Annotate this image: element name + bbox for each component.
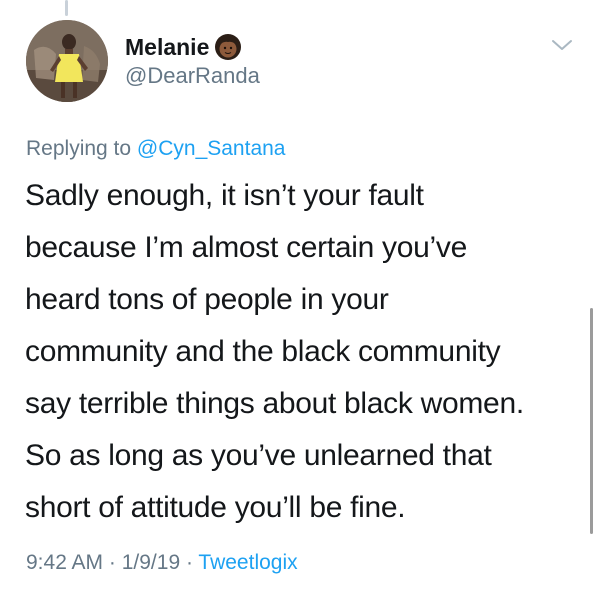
replying-to: Replying to @Cyn_Santana (26, 137, 286, 161)
tweet-text-line: heard tons of people in your (25, 283, 389, 316)
author-handle[interactable]: @DearRanda (125, 63, 260, 89)
tweet-time[interactable]: 9:42 AM (26, 551, 103, 574)
woman-emoji-icon (214, 33, 242, 61)
avatar-photo (26, 20, 108, 102)
avatar[interactable] (26, 20, 108, 102)
tweet-view: Melanie @DearRanda Replying to @Cyn_Sant… (0, 0, 595, 595)
tweet-text-line: say terrible things about black women. (25, 387, 524, 420)
author-display-name[interactable]: Melanie (125, 34, 209, 61)
tweet-source-link[interactable]: Tweetlogix (198, 551, 297, 574)
replying-to-mention-link[interactable]: @Cyn_Santana (137, 137, 286, 160)
thread-connector-line (65, 0, 68, 16)
tweet-text: Sadly enough, it isn’t your fault becaus… (25, 170, 585, 534)
meta-separator: · (180, 551, 199, 574)
tweet-date[interactable]: 1/9/19 (122, 551, 180, 574)
replying-to-label: Replying to (26, 137, 137, 160)
meta-separator: · (103, 551, 122, 574)
scrollbar[interactable] (590, 308, 593, 534)
tweet-text-line: Sadly enough, it isn’t your fault (25, 179, 424, 212)
chevron-down-icon[interactable] (551, 38, 573, 52)
tweet-meta: 9:42 AM · 1/9/19 · Tweetlogix (26, 551, 298, 575)
tweet-text-line: short of attitude you’ll be fine. (25, 491, 406, 524)
tweet-text-line: community and the black community (25, 335, 501, 368)
tweet-text-line: because I’m almost certain you’ve (25, 231, 467, 264)
tweet-text-line: So as long as you’ve unlearned that (25, 439, 492, 472)
